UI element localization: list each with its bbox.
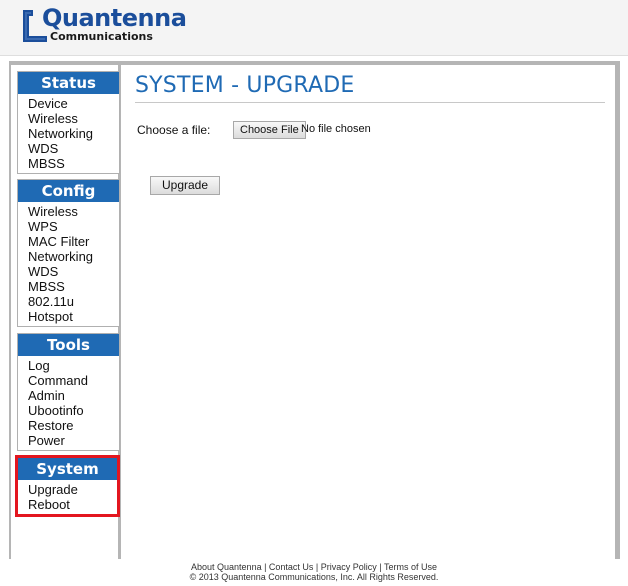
- nav-group-status: Status Device Wireless Networking WDS MB…: [17, 71, 120, 174]
- page-title: SYSTEM - UPGRADE: [135, 73, 355, 98]
- nav-item-tools-admin[interactable]: Admin: [28, 388, 119, 403]
- nav-item-config-mac-filter[interactable]: MAC Filter: [28, 234, 119, 249]
- nav-item-tools-log[interactable]: Log: [28, 358, 119, 373]
- nav-item-status-mbss[interactable]: MBSS: [28, 156, 119, 171]
- nav-item-status-networking[interactable]: Networking: [28, 126, 119, 141]
- nav-group-system: System Upgrade Reboot: [15, 455, 120, 517]
- nav-item-tools-ubootinfo[interactable]: Ubootinfo: [28, 403, 119, 418]
- nav-item-system-upgrade[interactable]: Upgrade: [28, 482, 117, 497]
- nav-group-title[interactable]: Status: [18, 72, 119, 94]
- nav-item-tools-command[interactable]: Command: [28, 373, 119, 388]
- header: Quantenna Communications: [0, 0, 628, 56]
- nav-item-tools-power[interactable]: Power: [28, 433, 119, 448]
- footer: About Quantenna | Contact Us | Privacy P…: [0, 562, 628, 586]
- nav-item-config-networking[interactable]: Networking: [28, 249, 119, 264]
- nav-item-config-wps[interactable]: WPS: [28, 219, 119, 234]
- nav-group-tools: Tools Log Command Admin Ubootinfo Restor…: [17, 333, 120, 451]
- nav-item-tools-restore[interactable]: Restore: [28, 418, 119, 433]
- title-divider: [135, 102, 605, 103]
- brand-name: Quantenna: [42, 4, 187, 32]
- footer-copyright: © 2013 Quantenna Communications, Inc. Al…: [189, 572, 439, 582]
- sidebar: Status Device Wireless Networking WDS MB…: [11, 65, 120, 559]
- nav-item-status-wds[interactable]: WDS: [28, 141, 119, 156]
- nav-item-config-80211u[interactable]: 802.11u: [28, 294, 119, 309]
- brand-tagline: Communications: [50, 30, 153, 43]
- nav-group-title[interactable]: Tools: [18, 334, 119, 356]
- file-label: Choose a file:: [137, 123, 211, 137]
- nav-item-status-device[interactable]: Device: [28, 96, 119, 111]
- nav-item-config-wireless[interactable]: Wireless: [28, 204, 119, 219]
- nav-group-title[interactable]: System: [18, 458, 117, 480]
- upgrade-button[interactable]: Upgrade: [150, 176, 220, 195]
- nav-item-config-mbss[interactable]: MBSS: [28, 279, 119, 294]
- nav-item-status-wireless[interactable]: Wireless: [28, 111, 119, 126]
- nav-item-config-wds[interactable]: WDS: [28, 264, 119, 279]
- brand-logo[interactable]: Quantenna Communications: [17, 4, 187, 46]
- file-status-text: No file chosen: [301, 123, 371, 135]
- main-content: SYSTEM - UPGRADE Choose a file: Choose F…: [121, 65, 615, 559]
- nav-group-config: Config Wireless WPS MAC Filter Networkin…: [17, 179, 120, 327]
- nav-item-system-reboot[interactable]: Reboot: [28, 497, 117, 512]
- footer-links[interactable]: About Quantenna | Contact Us | Privacy P…: [0, 562, 628, 572]
- nav-item-config-hotspot[interactable]: Hotspot: [28, 309, 119, 324]
- choose-file-button[interactable]: Choose File: [233, 121, 306, 139]
- nav-group-title[interactable]: Config: [18, 180, 119, 202]
